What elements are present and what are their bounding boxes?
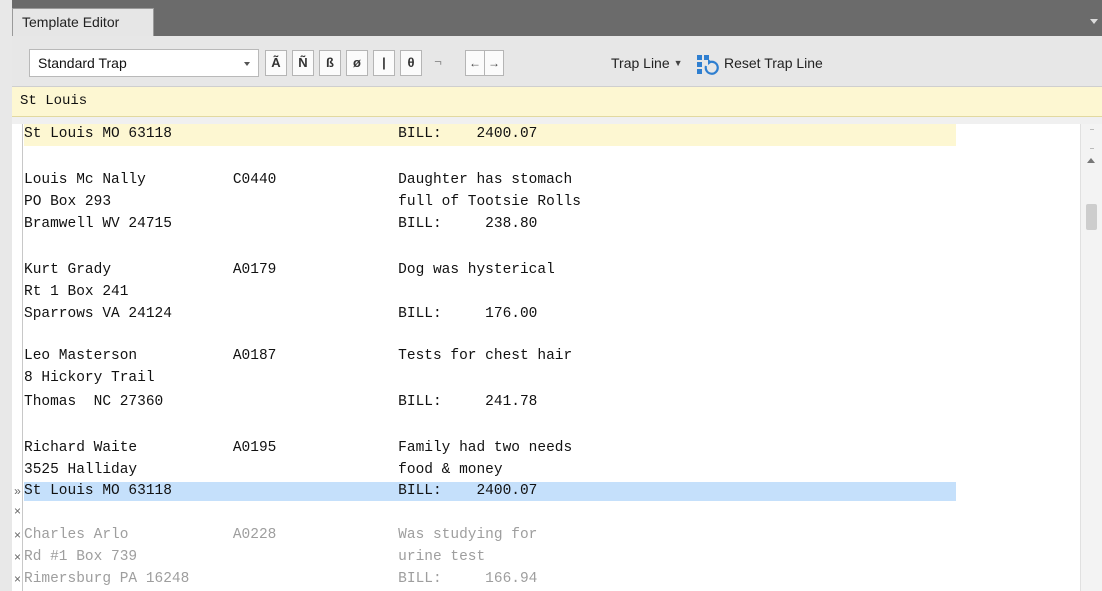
reset-label: Reset Trap Line xyxy=(724,55,823,71)
char-button-a-tilde[interactable]: Ã xyxy=(265,50,287,76)
excluded-marker-icon: × xyxy=(13,550,21,564)
trap-mode-value: Standard Trap xyxy=(38,55,127,71)
search-input[interactable] xyxy=(18,89,1092,113)
text-line: Richard Waite A0195 Family had two needs xyxy=(24,440,573,456)
chevron-down-icon[interactable] xyxy=(1090,19,1098,24)
left-edge xyxy=(0,0,12,591)
excluded-text-line: Rimersburg PA 16248 BILL: 166.94 xyxy=(24,571,538,587)
char-button-pipe[interactable]: | xyxy=(373,50,395,76)
tab-bar: Template Editor xyxy=(12,0,1102,36)
excluded-marker-icon: × xyxy=(13,504,21,518)
trap-line-label: Trap Line xyxy=(611,55,670,71)
vertical-scrollbar[interactable] xyxy=(1080,124,1102,591)
scroll-thumb[interactable] xyxy=(1086,204,1097,230)
text-line: Thomas NC 27360 BILL: 241.78 xyxy=(24,394,538,410)
char-button-not[interactable]: ¬ xyxy=(427,50,449,76)
text-line: Louis Mc Nally C0440 Daughter has stomac… xyxy=(24,172,573,188)
current-line-marker-icon: » xyxy=(14,484,21,498)
search-bar xyxy=(12,87,1102,117)
excluded-marker-icon: × xyxy=(13,572,21,586)
char-button-o-slash[interactable]: ø xyxy=(346,50,368,76)
scroll-up-icon[interactable] xyxy=(1087,158,1095,163)
excluded-text-line: Charles Arlo A0228 Was studying for xyxy=(24,527,538,543)
char-button-eszett[interactable]: ß xyxy=(319,50,341,76)
reset-trap-line-button[interactable]: Reset Trap Line xyxy=(696,48,823,78)
text-line: Leo Masterson A0187 Tests for chest hair xyxy=(24,348,573,364)
text-line: Kurt Grady A0179 Dog was hysterical xyxy=(24,262,555,278)
reset-icon xyxy=(697,55,719,76)
trap-mode-select[interactable]: Standard Trap xyxy=(29,49,259,77)
selected-text-line[interactable]: St Louis MO 63118 BILL: 2400.07 xyxy=(24,482,956,501)
move-right-button[interactable]: → xyxy=(484,50,504,76)
text-line: PO Box 293 full of Tootsie Rolls xyxy=(24,194,581,210)
move-left-button[interactable]: ← xyxy=(465,50,485,76)
pinned-line-text: St Louis MO 63118 BILL: 2400.07 xyxy=(24,126,538,142)
caret-down-icon: ▼ xyxy=(673,58,683,68)
tab-template-editor[interactable]: Template Editor xyxy=(12,8,154,36)
text-line: 3525 Halliday food & money xyxy=(24,462,503,478)
char-button-theta[interactable]: θ xyxy=(400,50,422,76)
text-line: Sparrows VA 24124 BILL: 176.00 xyxy=(24,306,538,322)
excluded-marker-icon: × xyxy=(13,528,21,542)
char-button-n-tilde[interactable]: Ñ xyxy=(292,50,314,76)
toolbar: Standard Trap Ã Ñ ß ø | θ ¬ ← → Trap Lin… xyxy=(12,36,1102,87)
excluded-text-line: Rd #1 Box 739 urine test xyxy=(24,549,486,565)
separator xyxy=(12,117,1102,124)
text-line: 8 Hickory Trail xyxy=(24,370,155,386)
trap-line-menu[interactable]: Trap Line ▼ xyxy=(611,50,683,76)
text-line: Rt 1 Box 241 xyxy=(24,284,129,300)
scroll-splitter[interactable] xyxy=(1090,129,1094,149)
chevron-down-icon xyxy=(244,62,250,66)
text-line: Bramwell WV 24715 BILL: 238.80 xyxy=(24,216,538,232)
